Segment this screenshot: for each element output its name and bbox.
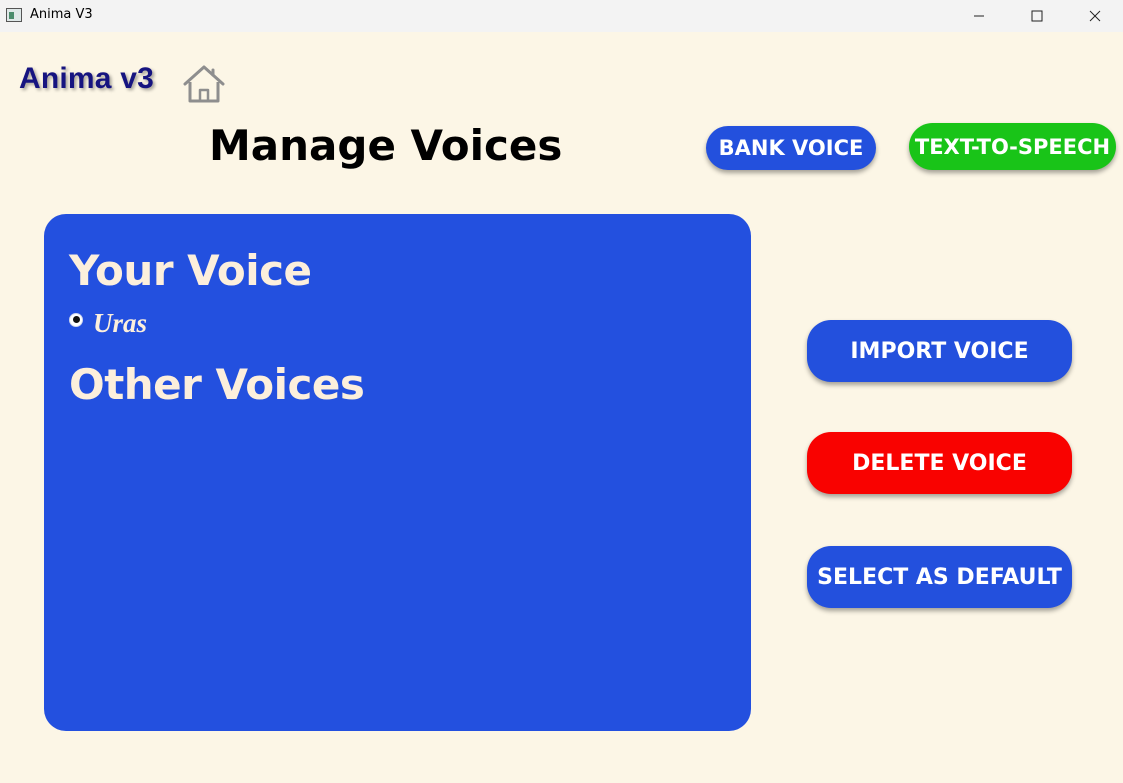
select-as-default-button[interactable]: SELECT AS DEFAULT	[807, 546, 1072, 608]
voice-option-uras[interactable]: Uras	[69, 308, 147, 339]
brand-logo-text: Anima v3	[19, 62, 154, 95]
close-button[interactable]	[1066, 0, 1123, 32]
app-icon	[6, 8, 22, 22]
voice-name: Uras	[93, 308, 148, 338]
close-icon	[1089, 10, 1101, 22]
window-title: Anima V3	[30, 7, 93, 22]
maximize-button[interactable]	[1008, 0, 1066, 32]
your-voice-heading: Your Voice	[69, 246, 312, 295]
home-icon[interactable]	[181, 63, 227, 105]
page-title: Manage Voices	[209, 121, 563, 170]
radio-selected-dot	[72, 316, 80, 323]
maximize-icon	[1031, 10, 1043, 22]
minimize-icon	[974, 15, 984, 17]
voice-list-panel: Your Voice Uras Other Voices	[44, 214, 751, 731]
other-voices-heading: Other Voices	[69, 360, 365, 409]
radio-button[interactable]	[69, 312, 83, 327]
app-window: Anima V3 Anima v3 Manage Voices BANK VOI…	[0, 0, 1123, 783]
import-voice-button[interactable]: IMPORT VOICE	[807, 320, 1072, 382]
text-to-speech-button[interactable]: TEXT-TO-SPEECH	[909, 123, 1116, 170]
bank-voice-button[interactable]: BANK VOICE	[706, 126, 876, 170]
delete-voice-button[interactable]: DELETE VOICE	[807, 432, 1072, 494]
minimize-button[interactable]	[950, 0, 1008, 32]
title-bar[interactable]: Anima V3	[0, 0, 1123, 32]
